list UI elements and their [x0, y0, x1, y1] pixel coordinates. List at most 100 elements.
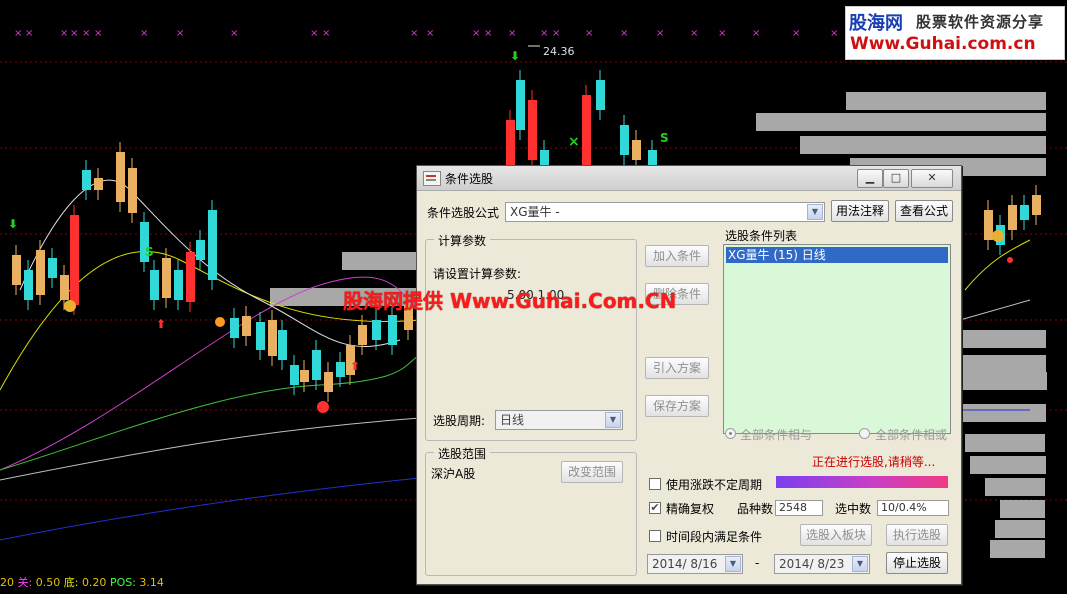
count-field: 2548 [775, 500, 823, 516]
signal-x-marker: × [508, 28, 516, 39]
precise-adjust-checkbox[interactable]: ✔ [649, 502, 661, 514]
signal-x-marker: × [426, 28, 434, 39]
up-arrow-icon: ⬆ [156, 317, 166, 331]
volume-profile-bar [846, 92, 1046, 110]
change-scope-button[interactable]: 改变范围 [561, 461, 623, 483]
add-condition-button[interactable]: 加入条件 [645, 245, 709, 267]
date-to-picker[interactable]: 2014/ 8/23 ▼ [774, 554, 870, 574]
candle-body [596, 80, 605, 110]
candle-body [516, 80, 525, 130]
close-button[interactable]: ✕ [911, 169, 953, 188]
chevron-down-icon[interactable]: ▼ [852, 556, 868, 572]
to-block-button[interactable]: 选股入板块 [800, 524, 872, 546]
x-signal-icon: × [568, 134, 580, 150]
status-prefix: 20 [0, 576, 14, 589]
volume-profile-bar [800, 136, 1046, 154]
candle-body [36, 250, 45, 295]
radio-all-or[interactable] [859, 428, 870, 439]
signal-x-marker: × [718, 28, 726, 39]
red-dot-icon [1007, 257, 1013, 263]
ma-white-line [0, 417, 421, 481]
stop-selection-button[interactable]: 停止选股 [886, 552, 948, 574]
status-b-value: 0.20 [81, 576, 107, 589]
candle-body [620, 125, 629, 155]
time-range-checkbox[interactable] [649, 530, 661, 542]
candle-body [984, 210, 993, 240]
candle-body [358, 325, 367, 345]
volume-profile-bar [1000, 500, 1045, 518]
orange-dot-icon [215, 317, 225, 327]
candle-body [278, 330, 287, 360]
signal-x-marker: × [70, 28, 78, 39]
candle-body [1032, 195, 1041, 215]
signal-x-marker: × [690, 28, 698, 39]
volume-profile-bar [965, 434, 1045, 452]
execute-selection-button[interactable]: 执行选股 [886, 524, 948, 546]
signal-x-marker: × [472, 28, 480, 39]
condition-list-title: 选股条件列表 [725, 229, 798, 243]
uncertain-period-checkbox[interactable] [649, 478, 661, 490]
signal-x-marker: × [94, 28, 102, 39]
s-signal-icon: S [145, 245, 154, 259]
up-arrow-icon: ⬆ [350, 359, 360, 373]
candle-body [632, 140, 641, 160]
signal-x-marker: × [484, 28, 492, 39]
volume-profile-bar [756, 113, 1046, 131]
status-b-label: 底: [63, 576, 79, 589]
candle-body [60, 275, 69, 300]
chevron-down-icon[interactable]: ▼ [807, 204, 823, 220]
signal-x-marker: × [60, 28, 68, 39]
plus-circle-icon [317, 401, 329, 413]
date-from-picker[interactable]: 2014/ 8/16 ▼ [647, 554, 743, 574]
candle-body [1008, 205, 1017, 230]
params-group-caption: 计算参数 [434, 232, 491, 249]
candle-body [24, 270, 33, 300]
site-watermark-overlay: 股海网提供 Www.Guhai.Com.CN [343, 289, 677, 313]
candle-body [528, 100, 537, 160]
candle-body [312, 350, 321, 380]
volume-profile-bar [995, 520, 1045, 538]
signal-x-marker: × [830, 28, 838, 39]
import-plan-button[interactable]: 引入方案 [645, 357, 709, 379]
radio-all-and[interactable] [725, 428, 736, 439]
down-arrow-icon: ⬇ [510, 49, 520, 63]
signal-x-marker: × [752, 28, 760, 39]
condition-list[interactable]: XG量牛 (15) 日线 [723, 244, 951, 434]
radio-all-and-label: 全部条件相与 [740, 428, 813, 442]
candle-body [70, 215, 79, 305]
status-c-label: POS: [109, 576, 136, 589]
count-label: 品种数 [737, 502, 774, 516]
chevron-down-icon[interactable]: ▼ [605, 412, 621, 428]
signal-x-marker: × [176, 28, 184, 39]
maximize-button[interactable]: □ [883, 169, 909, 188]
candle-body [256, 322, 265, 350]
candle-body [94, 178, 103, 190]
signal-x-marker: × [322, 28, 330, 39]
dialog-titlebar[interactable]: 条件选股 ▁ □ ✕ [417, 166, 961, 191]
condition-list-item[interactable]: XG量牛 (15) 日线 [726, 247, 948, 263]
signal-x-marker: × [540, 28, 548, 39]
formula-select[interactable]: XG量牛 - ▼ [505, 202, 825, 222]
ma-yellow-line-right [964, 239, 1031, 291]
signal-x-marker: × [792, 28, 800, 39]
view-formula-button[interactable]: 查看公式 [895, 200, 953, 222]
volume-profile-bar [342, 252, 416, 270]
candle-body [230, 318, 239, 338]
volume-profile-bar [970, 456, 1046, 474]
candle-body [48, 258, 57, 278]
period-select[interactable]: 日线 ▼ [495, 410, 623, 430]
logo-url: Www.Guhai.com.cn [850, 34, 1036, 54]
date-from-value: 2014/ 8/16 [652, 557, 718, 571]
signal-x-marker: × [25, 28, 33, 39]
minimize-button[interactable]: ▁ [857, 169, 883, 188]
chevron-down-icon[interactable]: ▼ [725, 556, 741, 572]
save-plan-button[interactable]: 保存方案 [645, 395, 709, 417]
formula-select-value: XG量牛 - [510, 205, 560, 219]
candle-body [150, 270, 159, 300]
status-a-value: 0.50 [35, 576, 61, 589]
candle-body [336, 362, 345, 377]
usage-notes-button[interactable]: 用法注释 [831, 200, 889, 222]
candle-body [208, 210, 217, 280]
candle-body [12, 255, 21, 285]
date-to-value: 2014/ 8/23 [779, 557, 845, 571]
